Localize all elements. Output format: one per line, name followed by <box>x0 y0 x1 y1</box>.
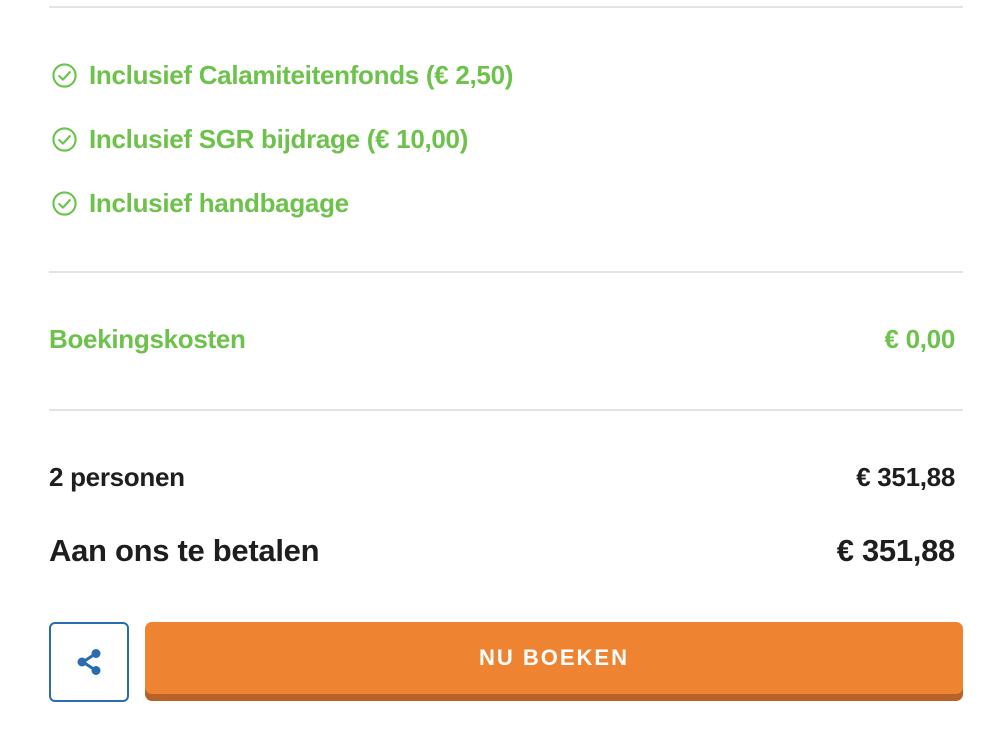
inclusion-label: Inclusief SGR bijdrage (€ 10,00) <box>89 124 469 154</box>
book-now-button[interactable]: NU BOEKEN <box>145 622 963 694</box>
share-button[interactable] <box>49 622 129 702</box>
check-circle-icon <box>52 63 77 88</box>
persons-label: 2 personen <box>49 462 185 492</box>
inclusion-item-handbagage: Inclusief handbagage <box>51 188 349 219</box>
booking-fees-amount: € 0,00 <box>884 324 956 354</box>
booking-fees-label: Boekingskosten <box>49 324 246 354</box>
check-circle-icon <box>52 127 77 152</box>
booking-fees-row: Boekingskosten € 0,00 <box>49 324 955 355</box>
inclusion-label: Inclusief handbagage <box>89 188 349 218</box>
persons-row: 2 personen € 351,88 <box>49 462 955 493</box>
divider-top <box>49 6 963 8</box>
inclusion-item-calamiteitenfonds: Inclusief Calamiteitenfonds (€ 2,50) <box>51 60 513 91</box>
inclusion-item-sgr: Inclusief SGR bijdrage (€ 10,00) <box>51 124 468 155</box>
total-row: Aan ons te betalen € 351,88 <box>49 533 955 569</box>
persons-amount: € 351,88 <box>856 462 955 492</box>
divider-inclusions <box>49 271 963 273</box>
total-label: Aan ons te betalen <box>49 533 320 568</box>
share-icon <box>77 649 101 675</box>
inclusion-label: Inclusief Calamiteitenfonds (€ 2,50) <box>89 60 514 90</box>
check-circle-icon <box>52 191 77 216</box>
total-amount: € 351,88 <box>836 533 956 568</box>
divider-fees <box>49 409 963 411</box>
